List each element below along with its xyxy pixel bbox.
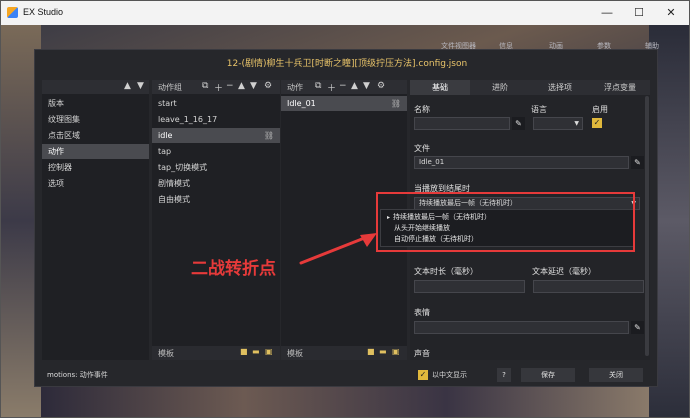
text-duration-label: 文本时长（毫秒）: [414, 267, 478, 276]
help-button[interactable]: ?: [497, 368, 511, 382]
annotation-text: 二战转折点: [191, 259, 276, 279]
name-label: 名称: [414, 105, 430, 114]
motion-group-item[interactable]: tap_切换模式: [152, 160, 280, 175]
motion-group-item-selected[interactable]: idle ⛓: [152, 128, 280, 143]
move-down-icon[interactable]: ▼: [250, 81, 257, 91]
dialog-title: 12-(剧情)柳生十兵卫[时断之瞳][顶级拧压方法].config.json: [226, 59, 468, 69]
motion-group-footer: 模板 ■ ▬ ▣: [152, 346, 280, 360]
add-template-icon[interactable]: ■: [240, 347, 248, 356]
file-label: 文件: [414, 144, 430, 153]
motion-list-footer: 模板 ■ ▬ ▣: [281, 346, 407, 360]
tab-advanced[interactable]: 进阶: [470, 80, 530, 95]
copy-icon[interactable]: ⧉: [315, 81, 321, 91]
properties-scrollbar[interactable]: [645, 96, 649, 356]
move-up-icon[interactable]: ▲: [238, 81, 245, 91]
section-item[interactable]: 点击区域: [42, 128, 149, 143]
text-duration-field[interactable]: [414, 280, 525, 293]
motion-group-header: 动作组 ⧉ ＋ − ▲ ▼ ⚙: [152, 80, 280, 94]
sound-label: 声音: [414, 349, 430, 358]
enable-label: 启用: [592, 105, 608, 114]
section-item-selected[interactable]: 动作: [42, 144, 149, 159]
edit-expression-button[interactable]: ✎: [631, 321, 644, 334]
motion-item-selected[interactable]: Idle_01 ⛓: [281, 96, 407, 111]
add-icon[interactable]: ＋: [327, 81, 336, 94]
gear-icon[interactable]: ⚙: [377, 81, 385, 91]
motion-group-item[interactable]: 剧情模式: [152, 176, 280, 191]
file-field[interactable]: Idle_01: [414, 156, 629, 169]
move-down-icon[interactable]: ▼: [363, 81, 370, 91]
edit-file-button[interactable]: ✎: [631, 156, 644, 169]
app-window: EX Studio — ☐ ✕ 文件视图器 信息 动画 参数 辅助 12-(剧情…: [0, 0, 690, 418]
section-item[interactable]: 版本: [42, 96, 149, 111]
link-icon: ⛓: [263, 131, 274, 140]
title-bar: EX Studio — ☐ ✕: [1, 1, 689, 25]
motion-label: Idle_01: [287, 99, 316, 108]
add-template-icon[interactable]: ■: [367, 347, 375, 356]
remove-icon[interactable]: −: [226, 81, 234, 91]
tab-choices[interactable]: 选择项: [530, 80, 590, 95]
template-label: 模板: [287, 349, 303, 358]
motion-group-list: 动作组 ⧉ ＋ − ▲ ▼ ⚙ start leave_1_16_17 idle…: [152, 80, 280, 360]
window-title: EX Studio: [23, 7, 64, 17]
chinese-display-label: 以中文显示: [432, 371, 467, 379]
motion-group-item[interactable]: start: [152, 96, 280, 111]
maximize-button[interactable]: ☐: [625, 4, 653, 22]
tab-basic[interactable]: 基础: [410, 80, 470, 95]
section-item[interactable]: 选项: [42, 176, 149, 191]
text-delay-field[interactable]: [533, 280, 644, 293]
motion-group-item[interactable]: leave_1_16_17: [152, 112, 280, 127]
annotation-highlight-box: [376, 192, 635, 252]
folder-icon[interactable]: ▬: [379, 347, 387, 356]
background-art-bottom: [41, 385, 649, 417]
folder-icon[interactable]: ▬: [252, 347, 260, 356]
save-template-icon[interactable]: ▣: [265, 347, 273, 356]
move-down-icon[interactable]: ▼: [137, 81, 144, 91]
motion-group-item[interactable]: 自由模式: [152, 192, 280, 207]
status-bar: motions: 动作事件 ✓ 以中文显示 ? 保存 关闭: [41, 365, 653, 385]
link-icon: ⛓: [390, 99, 401, 108]
close-button[interactable]: 关闭: [589, 368, 643, 382]
language-select[interactable]: ▼: [533, 117, 583, 130]
copy-icon[interactable]: ⧉: [202, 81, 208, 91]
annotation-arrow-icon: [299, 233, 377, 265]
expression-field[interactable]: [414, 321, 629, 334]
tab-float-vars[interactable]: 浮点变量: [590, 80, 650, 95]
save-template-icon[interactable]: ▣: [392, 347, 400, 356]
name-field[interactable]: [414, 117, 510, 130]
add-icon[interactable]: ＋: [214, 81, 223, 94]
template-label: 模板: [158, 349, 174, 358]
save-button[interactable]: 保存: [521, 368, 575, 382]
move-up-icon[interactable]: ▲: [351, 81, 358, 91]
section-list-header: ▲ ▼: [42, 80, 149, 94]
motion-list-header-label: 动作: [287, 83, 303, 92]
section-list: ▲ ▼ 版本 纹理图集 点击区域 动作 控制器 选项: [42, 80, 149, 360]
status-text: motions: 动作事件: [47, 371, 108, 379]
section-item[interactable]: 纹理图集: [42, 112, 149, 127]
motion-group-label: idle: [158, 131, 173, 140]
app-logo-icon: [7, 7, 18, 18]
motion-group-header-label: 动作组: [158, 83, 182, 92]
section-item[interactable]: 控制器: [42, 160, 149, 175]
edit-name-button[interactable]: ✎: [512, 117, 525, 130]
move-up-icon[interactable]: ▲: [124, 81, 131, 91]
close-window-button[interactable]: ✕: [657, 4, 685, 22]
remove-icon[interactable]: −: [339, 81, 347, 91]
chevron-down-icon: ▼: [574, 120, 579, 127]
motion-group-item[interactable]: tap: [152, 144, 280, 159]
chinese-display-checkbox[interactable]: ✓: [418, 370, 428, 380]
properties-tabs: 基础 进阶 选择项 浮点变量: [410, 80, 650, 95]
language-label: 语言: [531, 105, 547, 114]
text-delay-label: 文本延迟（毫秒）: [532, 267, 596, 276]
motion-list-header: 动作 ⧉ ＋ − ▲ ▼ ⚙: [281, 80, 407, 94]
gear-icon[interactable]: ⚙: [264, 81, 272, 91]
expression-label: 表情: [414, 308, 430, 317]
enable-checkbox[interactable]: ✓: [592, 118, 602, 128]
minimize-button[interactable]: —: [593, 4, 621, 22]
